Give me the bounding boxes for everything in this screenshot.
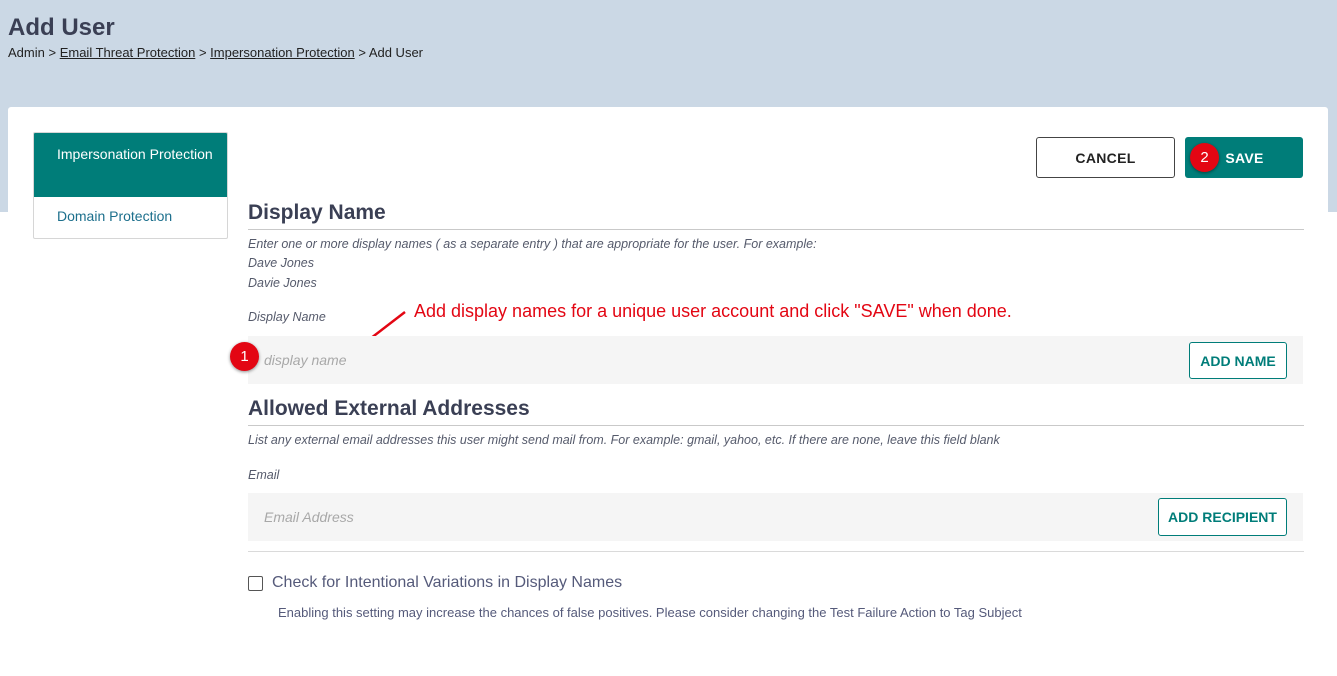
breadcrumb-separator: > xyxy=(358,45,366,60)
display-name-row: ADD NAME xyxy=(248,336,1303,384)
breadcrumb-email-threat-protection-link[interactable]: Email Threat Protection xyxy=(60,45,196,60)
email-input[interactable] xyxy=(256,502,756,532)
annotation-note: Add display names for a unique user acco… xyxy=(414,301,1012,321)
allowed-addresses-title: Allowed External Addresses xyxy=(248,397,530,420)
email-row: ADD RECIPIENT xyxy=(248,493,1303,541)
email-field-label: Email xyxy=(248,468,280,482)
display-name-divider xyxy=(248,229,1304,230)
intentional-variations-checkbox[interactable] xyxy=(248,576,263,591)
display-name-input[interactable] xyxy=(256,345,756,375)
display-name-example: Dave Jones xyxy=(248,256,315,270)
sidebar-item-impersonation-protection[interactable]: Impersonation Protection xyxy=(34,133,227,197)
breadcrumb-admin: Admin xyxy=(8,45,45,60)
intentional-variations-help: Enabling this setting may increase the c… xyxy=(278,605,1022,620)
sidebar-item-domain-protection[interactable]: Domain Protection xyxy=(34,197,227,238)
display-name-example: Davie Jones xyxy=(248,276,317,290)
allowed-addresses-divider xyxy=(248,425,1304,426)
add-recipient-button[interactable]: ADD RECIPIENT xyxy=(1158,498,1287,536)
breadcrumb-current: Add User xyxy=(368,45,424,60)
page-title: Add User xyxy=(8,14,115,41)
intentional-variations-label[interactable]: Check for Intentional Variations in Disp… xyxy=(272,574,622,592)
breadcrumb-separator: > xyxy=(198,45,207,60)
annotation-marker-1: 1 xyxy=(230,342,259,371)
allowed-addresses-help: List any external email addresses this u… xyxy=(248,433,1000,447)
breadcrumb: Admin > Email Threat Protection > Impers… xyxy=(8,45,423,60)
sidebar-nav: Impersonation Protection Domain Protecti… xyxy=(33,132,228,239)
annotation-marker-2: 2 xyxy=(1190,143,1219,172)
add-name-button[interactable]: ADD NAME xyxy=(1189,342,1287,379)
breadcrumb-separator: > xyxy=(48,45,57,60)
section-divider xyxy=(248,551,1304,552)
display-name-help: Enter one or more display names ( as a s… xyxy=(248,237,817,251)
display-name-title: Display Name xyxy=(248,201,386,224)
save-button-label: SAVE xyxy=(1225,149,1264,166)
display-name-field-label: Display Name xyxy=(248,310,326,324)
breadcrumb-impersonation-protection-link[interactable]: Impersonation Protection xyxy=(210,45,355,60)
cancel-button[interactable]: CANCEL xyxy=(1036,137,1175,178)
